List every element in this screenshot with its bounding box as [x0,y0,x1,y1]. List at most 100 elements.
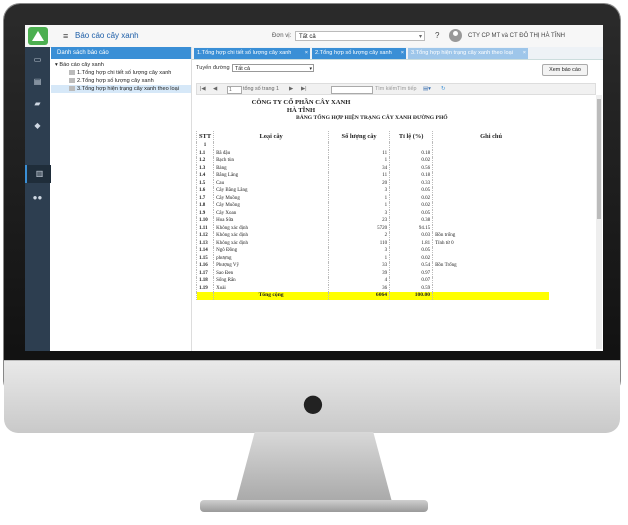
col-count: Số lượng cây [328,131,390,142]
view-report-button[interactable]: Xem báo cáo [542,64,588,76]
page-input[interactable]: 1 [227,86,242,94]
tree-root[interactable]: ▾ Báo cáo cây xanh [51,61,191,69]
find-button[interactable]: Tìm kiếm [375,86,397,92]
tag-icon[interactable]: ◆ [25,117,50,135]
row-stt: 1.15 [196,254,214,262]
find-input[interactable] [331,86,373,94]
row-note [432,202,550,210]
row-note [432,284,550,292]
collapse-icon[interactable]: ▾ [55,62,58,68]
find-next-button[interactable]: Tìm tiếp [397,86,416,92]
export-icon[interactable]: ▤▾ [423,86,431,92]
chart-icon[interactable]: ▥ [25,165,52,183]
row-percent: 0.59 [389,284,433,292]
row-type: Bạch tùn [213,157,329,165]
tab-bar: 1.Tổng hợp chi tiết số lượng cây xanh × 2… [192,47,603,60]
tab-report-1[interactable]: 1.Tổng hợp chi tiết số lượng cây xanh × [194,48,310,59]
col-stt: STT [196,131,214,142]
row-percent: 0.33 [389,179,433,187]
row-count: 2 [328,232,390,240]
row-note: Tính từ 0 [432,239,550,247]
row-count: 1 [328,202,390,210]
row-note [432,254,550,262]
report-scrollbar[interactable] [596,95,602,349]
next-page-icon[interactable]: ▶ [289,86,293,92]
table-row: 1.6 Cây Bằng Lăng 3 0.05 [196,187,550,195]
row-stt: 1.8 [196,202,214,210]
row-type: Cây Muồng [213,202,329,210]
user-avatar-icon[interactable] [449,29,462,42]
row-percent: 0.05 [389,247,433,255]
row-percent: 0.54 [389,262,433,270]
refresh-icon[interactable]: ↻ [441,86,446,92]
row-count: 1 [328,194,390,202]
table-row: 1.11 Không xác định 5720 94.15 [196,224,550,232]
unit-select[interactable]: Tất cả ▾ [295,31,425,41]
report-page: CÔNG TY CỔ PHẦN CÂY XANH HÀ TĨNH BẢNG TỔ… [196,97,596,347]
row-type: Cây Xoan [213,209,329,217]
table-row: 1.9 Cây Xoan 3 0.05 [196,209,550,217]
folder-icon[interactable]: ▰ [25,95,50,113]
tree-header: Danh sách báo cáo [51,47,191,59]
row-type: Phượng Vỹ [213,262,329,270]
monitor-icon[interactable]: ▭ [25,51,50,69]
table-row: 1.16 Phượng Vỹ 33 0.54 Bồn Trống [196,262,550,270]
users-icon[interactable]: ●● [25,189,50,207]
col-note: Ghi chú [432,131,550,142]
route-select[interactable]: Tất cả ▾ [232,64,314,72]
close-icon[interactable]: × [305,48,308,59]
tree-item-1[interactable]: 1.Tổng hợp chi tiết số lượng cây xanh [51,69,191,77]
prev-page-icon[interactable]: ◀ [213,86,217,92]
row-count: 3 [328,187,390,195]
row-note: Bồn trống [432,232,550,240]
first-page-icon[interactable]: |◀ [200,86,206,92]
tree-item-2[interactable]: 2.Tổng hợp số lượng cây xanh [51,77,191,85]
row-type: Bàng [213,164,329,172]
tab-label: 1.Tổng hợp chi tiết số lượng cây xanh [197,50,292,56]
file-icon [69,78,75,84]
monitor-foot [200,500,428,512]
row-percent: 0.03 [389,232,433,240]
apple-logo-icon: ● [302,389,324,417]
route-select-value: Tất cả [235,66,250,72]
row-count: 33 [328,262,390,270]
row-stt: 1.11 [196,224,214,232]
document-icon[interactable]: ▤ [25,73,50,91]
tree-item-3[interactable]: 3.Tổng hợp hiện trạng cây xanh theo loại [51,85,191,93]
tree-item-label: 2.Tổng hợp số lượng cây xanh [77,78,154,84]
table-row: 1.15 phượng 1 0.02 [196,254,550,262]
row-percent: 0.56 [389,164,433,172]
row-count: 1 [328,254,390,262]
row-stt: 1.2 [196,157,214,165]
tab-report-2[interactable]: 2.Tổng hợp số lượng cây xanh × [312,48,406,59]
tree-item-label: 1.Tổng hợp chi tiết số lượng cây xanh [77,70,172,76]
row-percent: 0.02 [389,254,433,262]
close-icon[interactable]: × [523,48,526,59]
table-row: 1.4 Bằng Lăng 11 0.18 [196,172,550,180]
scroll-thumb[interactable] [597,99,601,219]
row-type: Xoài [213,284,329,292]
total-count: 6064 [328,292,390,300]
row-note [432,157,550,165]
table-row: 1.1 Bã đậu 11 0.18 [196,149,550,157]
row-type: Hoa Sữa [213,217,329,225]
help-button[interactable]: ? [435,31,439,40]
row-type: Bằng Lăng [213,172,329,180]
hamburger-icon[interactable]: ≡ [63,31,68,41]
last-page-icon[interactable]: ▶| [301,86,307,92]
report-title: BẢNG TỔNG HỢP HIỆN TRẠNG CÂY XANH ĐƯỜNG … [296,115,448,121]
row-note [432,217,550,225]
row-type: Ngô Đồng [213,247,329,255]
tab-report-3[interactable]: 3.Tổng hợp hiện trạng cây xanh theo loại… [408,48,528,59]
close-icon[interactable]: × [401,48,404,59]
table-row: 1.18 Sống Rắn 4 0.07 [196,277,550,285]
row-count: 11 [328,172,390,180]
app-logo[interactable] [28,27,48,45]
total-label: Tổng cộng [213,292,329,300]
row-count: 3 [328,209,390,217]
report-toolbar: |◀ ◀ 1 tổng số trang 1 ▶ ▶| Tìm kiếm Tìm… [196,83,596,95]
row-percent: 0.97 [389,269,433,277]
org-name: CTY CP MT và CT ĐÔ THỊ HÀ TĨNH [468,33,566,39]
row-percent: 1.81 [389,239,433,247]
row-stt: 1.14 [196,247,214,255]
